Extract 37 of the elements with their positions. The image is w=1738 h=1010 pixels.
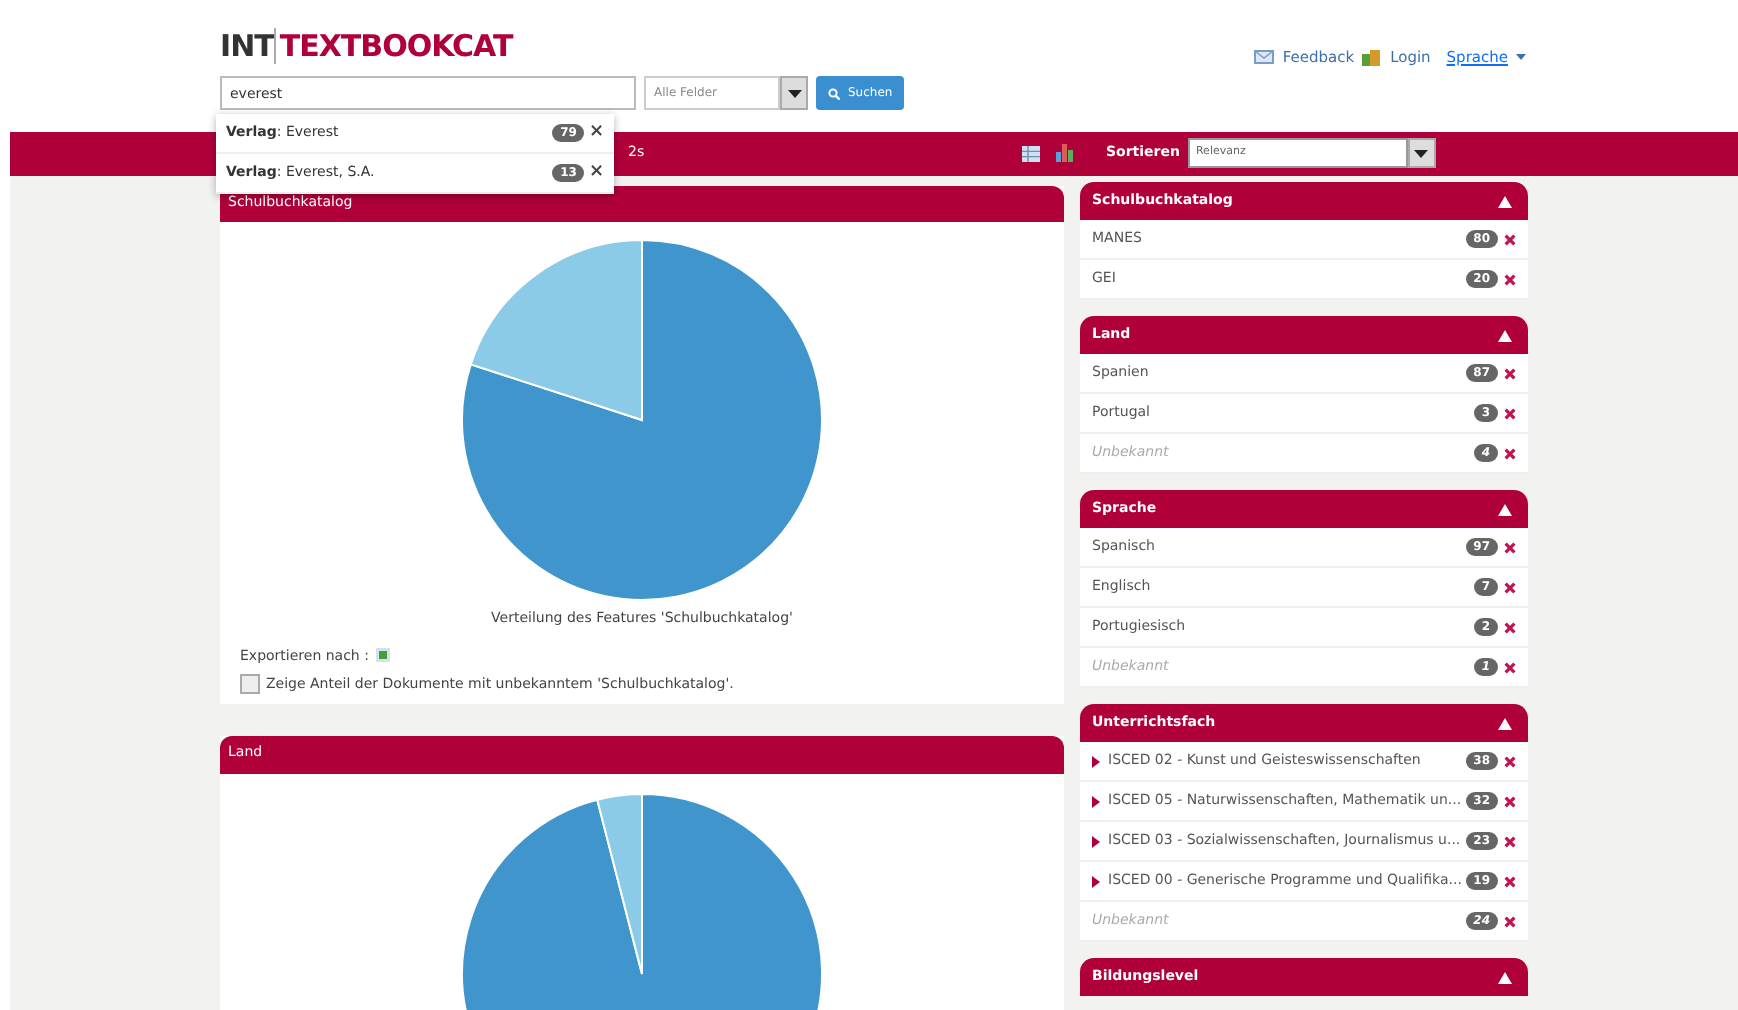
remove-icon[interactable] (1504, 875, 1516, 887)
search-icon (828, 87, 840, 99)
expand-arrow-icon[interactable] (1092, 795, 1100, 807)
remove-icon[interactable] (1504, 581, 1516, 593)
caret-icon (787, 89, 801, 97)
remove-icon[interactable] (1504, 447, 1516, 459)
expand-arrow-icon[interactable] (1092, 755, 1100, 767)
remove-icon[interactable] (1504, 407, 1516, 419)
collapse-icon (1498, 503, 1512, 515)
expand-arrow-icon[interactable] (1092, 875, 1100, 887)
remove-icon[interactable] (1504, 755, 1516, 767)
remove-icon[interactable] (1504, 915, 1516, 927)
collapse-icon (1498, 971, 1512, 983)
collapse-icon (1498, 195, 1512, 207)
collapse-icon (1498, 329, 1512, 341)
envelope-icon (1254, 50, 1275, 65)
spreadsheet-icon[interactable] (376, 648, 391, 663)
chart-view-icon[interactable] (1056, 144, 1074, 162)
remove-icon[interactable] (1504, 541, 1516, 553)
remove-icon[interactable] (1504, 367, 1516, 379)
remove-icon[interactable] (1504, 233, 1516, 245)
list-view-icon[interactable] (1022, 145, 1040, 161)
remove-icon[interactable] (1504, 835, 1516, 847)
remove-icon[interactable] (1504, 273, 1516, 285)
dropdown-button[interactable] (780, 76, 808, 110)
caret-icon (1516, 54, 1526, 61)
remove-icon[interactable] (1504, 621, 1516, 633)
remove-icon[interactable] (1504, 795, 1516, 807)
logo[interactable]: INT TEXTBOOKCAT (220, 32, 513, 62)
expand-arrow-icon[interactable] (1092, 835, 1100, 847)
remove-button[interactable]: × (588, 124, 604, 142)
remove-icon[interactable] (1504, 661, 1516, 673)
checkbox[interactable] (240, 674, 260, 695)
remove-button[interactable]: × (588, 164, 604, 182)
collapse-icon (1498, 717, 1512, 729)
caret-icon (1414, 149, 1429, 157)
dropdown-button[interactable] (1407, 138, 1436, 168)
